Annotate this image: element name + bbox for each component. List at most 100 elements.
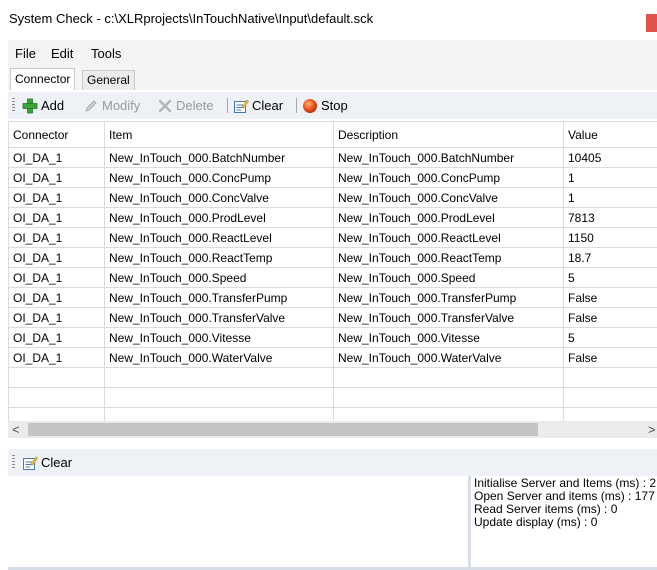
stop-circle-icon	[302, 98, 318, 114]
log-toolbar: Clear	[8, 449, 657, 476]
cell-description: New_InTouch_000.ReactLevel	[333, 227, 564, 248]
log-clear-button-label: Clear	[41, 455, 73, 470]
scroll-left-arrow[interactable]: <	[12, 422, 20, 437]
empty-row	[8, 407, 657, 421]
clear-form-icon	[22, 455, 38, 471]
table-row[interactable]: OI_DA_1 New_InTouch_000.WaterValve New_InT…	[8, 347, 657, 368]
timing-log-pane[interactable]: Initialise Server and Items (ms) : 2 Ope…	[471, 476, 657, 567]
cell-value: 1150	[563, 227, 657, 248]
empty-cell	[563, 367, 657, 388]
cell-connector: OI_DA_1	[8, 167, 105, 188]
empty-cell	[104, 367, 334, 388]
delete-button[interactable]: Delete	[157, 96, 214, 115]
tab-general[interactable]: General	[82, 70, 135, 90]
cell-item: New_InTouch_000.Speed	[104, 267, 334, 288]
column-header-description[interactable]: Description	[333, 121, 564, 148]
menu-file[interactable]: File	[15, 46, 36, 61]
table-header-row: Connector Item Description Value	[8, 121, 657, 148]
cell-description: New_InTouch_000.Speed	[333, 267, 564, 288]
table-row[interactable]: OI_DA_1 New_InTouch_000.ReactTemp New_InTo…	[8, 247, 657, 268]
add-button[interactable]: Add	[22, 96, 64, 115]
title-bar: System Check - c:\XLRprojects\InTouchNat…	[0, 0, 657, 40]
tab-connector-label: Connector	[15, 72, 71, 86]
items-table: Connector Item Description Value OI_DA_1…	[8, 121, 657, 421]
table-row[interactable]: OI_DA_1 New_InTouch_000.ReactLevel New_InT…	[8, 227, 657, 248]
cell-description: New_InTouch_000.TransferValve	[333, 307, 564, 328]
stop-button-label: Stop	[321, 98, 348, 113]
cell-connector: OI_DA_1	[8, 267, 105, 288]
empty-cell	[104, 387, 334, 408]
cell-description: New_InTouch_000.Vitesse	[333, 327, 564, 348]
cell-connector: OI_DA_1	[8, 327, 105, 348]
cell-value: 5	[563, 327, 657, 348]
log-clear-button[interactable]: Clear	[22, 453, 72, 472]
table-row[interactable]: OI_DA_1 New_InTouch_000.BatchNumber New_In…	[8, 147, 657, 168]
window-left-edge	[0, 40, 8, 570]
cell-value: 5	[563, 267, 657, 288]
cell-value: 1	[563, 167, 657, 188]
cell-item: New_InTouch_000.WaterValve	[104, 347, 334, 368]
cell-description: New_InTouch_000.ProdLevel	[333, 207, 564, 228]
menu-tools[interactable]: Tools	[91, 46, 121, 61]
cell-description: New_InTouch_000.WaterValve	[333, 347, 564, 368]
empty-cell	[8, 367, 105, 388]
horizontal-scrollbar[interactable]: < >	[8, 421, 657, 438]
column-header-value[interactable]: Value	[563, 121, 657, 148]
cell-item: New_InTouch_000.Vitesse	[104, 327, 334, 348]
table-row[interactable]: OI_DA_1 New_InTouch_000.Speed New_InTouch_…	[8, 267, 657, 288]
cell-connector: OI_DA_1	[8, 187, 105, 208]
cell-connector: OI_DA_1	[8, 287, 105, 308]
table-body: OI_DA_1 New_InTouch_000.BatchNumber New_In…	[8, 147, 657, 421]
log-line: Update display (ms) : 0	[474, 515, 598, 529]
add-button-label: Add	[41, 98, 65, 113]
table-row[interactable]: OI_DA_1 New_InTouch_000.ConcValve New_InTo…	[8, 187, 657, 208]
menu-edit[interactable]: Edit	[51, 46, 73, 61]
cell-item: New_InTouch_000.ConcValve	[104, 187, 334, 208]
column-header-connector[interactable]: Connector	[8, 121, 105, 148]
cell-item: New_InTouch_000.TransferPump	[104, 287, 334, 308]
cell-item: New_InTouch_000.ReactLevel	[104, 227, 334, 248]
toolbar-grip[interactable]	[12, 98, 15, 113]
items-grid[interactable]: Connector Item Description Value OI_DA_1…	[8, 121, 657, 421]
cell-description: New_InTouch_000.ConcValve	[333, 187, 564, 208]
toolbar-separator	[227, 98, 228, 113]
scroll-right-arrow[interactable]: >	[648, 422, 656, 437]
empty-cell	[104, 407, 334, 421]
cell-value: False	[563, 307, 657, 328]
table-row[interactable]: OI_DA_1 New_InTouch_000.ConcPump New_InTou…	[8, 167, 657, 188]
cell-value: 18.7	[563, 247, 657, 268]
toolbar-separator	[296, 98, 297, 113]
log-pane-left[interactable]	[8, 476, 468, 567]
table-row[interactable]: OI_DA_1 New_InTouch_000.TransferValve New_…	[8, 307, 657, 328]
tab-general-label: General	[87, 73, 130, 87]
empty-cell	[333, 387, 564, 408]
delete-button-label: Delete	[176, 98, 214, 113]
cell-value: 7813	[563, 207, 657, 228]
table-row[interactable]: OI_DA_1 New_InTouch_000.ProdLevel New_InTo…	[8, 207, 657, 228]
table-row[interactable]: OI_DA_1 New_InTouch_000.TransferPump New_I…	[8, 287, 657, 308]
tab-connector[interactable]: Connector	[10, 68, 76, 90]
cell-description: New_InTouch_000.TransferPump	[333, 287, 564, 308]
stop-button[interactable]: Stop	[302, 96, 348, 115]
empty-cell	[8, 407, 105, 421]
modify-button[interactable]: Modify	[83, 96, 140, 115]
toolbar-grip[interactable]	[12, 455, 15, 470]
cell-value: 1	[563, 187, 657, 208]
cell-connector: OI_DA_1	[8, 307, 105, 328]
clear-button[interactable]: Clear	[233, 96, 283, 115]
modify-button-label: Modify	[102, 98, 141, 113]
cell-value: False	[563, 287, 657, 308]
empty-cell	[333, 367, 564, 388]
close-button[interactable]	[646, 14, 657, 32]
cell-connector: OI_DA_1	[8, 147, 105, 168]
window-title: System Check - c:\XLRprojects\InTouchNat…	[9, 11, 374, 26]
cell-description: New_InTouch_000.BatchNumber	[333, 147, 564, 168]
cell-description: New_InTouch_000.ReactTemp	[333, 247, 564, 268]
clear-form-icon	[233, 98, 249, 114]
scrollbar-thumb[interactable]	[28, 423, 538, 436]
column-header-item[interactable]: Item	[104, 121, 334, 148]
cell-item: New_InTouch_000.BatchNumber	[104, 147, 334, 168]
cell-connector: OI_DA_1	[8, 207, 105, 228]
cell-item: New_InTouch_000.ProdLevel	[104, 207, 334, 228]
table-row[interactable]: OI_DA_1 New_InTouch_000.Vitesse New_InTouc…	[8, 327, 657, 348]
